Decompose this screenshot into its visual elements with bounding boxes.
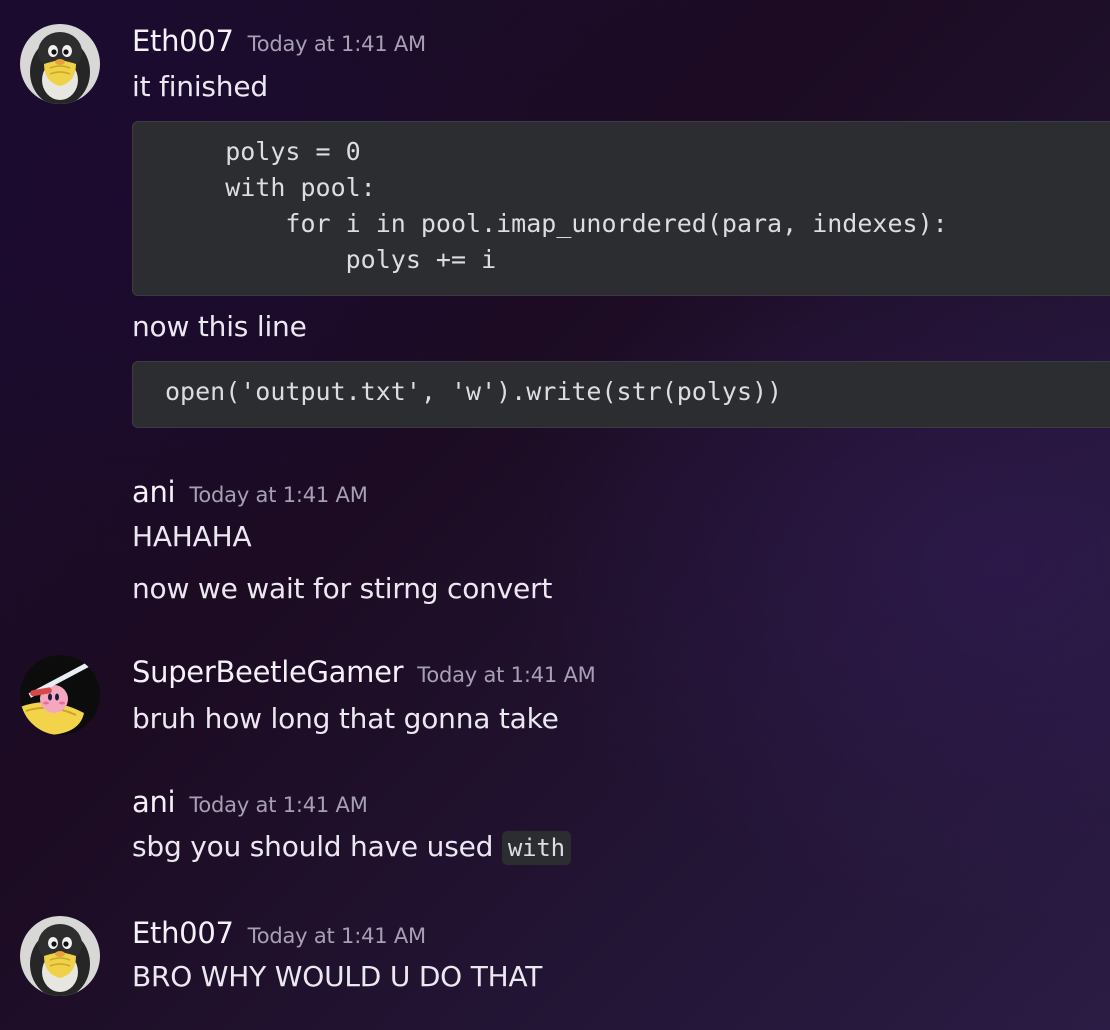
message-text: BRO WHY WOULD U DO THAT xyxy=(132,960,543,993)
message-header: ani Today at 1:41 AM xyxy=(132,785,368,819)
timestamp[interactable]: Today at 1:41 AM xyxy=(417,663,596,687)
penguin-avatar-icon[interactable] xyxy=(20,24,100,104)
message-header: Eth007 Today at 1:41 AM xyxy=(132,916,426,950)
message-group: Eth007 Today at 1:41 AM BRO WHY WOULD U … xyxy=(0,900,1110,1010)
code-line: polys += i xyxy=(165,245,497,274)
message-text-segment: sbg you should have used xyxy=(132,830,502,863)
username[interactable]: SuperBeetleGamer xyxy=(132,655,404,689)
message-text: bruh how long that gonna take xyxy=(132,702,559,735)
timestamp[interactable]: Today at 1:41 AM xyxy=(189,793,368,817)
username[interactable]: ani xyxy=(132,475,176,509)
message-text: it finished xyxy=(132,70,268,103)
timestamp[interactable]: Today at 1:41 AM xyxy=(248,924,427,948)
code-line: for i in pool.imap_unordered(para, index… xyxy=(165,209,948,238)
message-group: ani Today at 1:41 AM sbg you should have… xyxy=(0,780,1110,880)
message-text: HAHAHA xyxy=(132,520,252,553)
kirby-avatar-icon[interactable] xyxy=(20,655,100,735)
code-line: polys = 0 xyxy=(165,137,361,166)
message-header: Eth007 Today at 1:41 AM xyxy=(132,24,426,58)
message-text: now this line xyxy=(132,310,307,343)
username[interactable]: Eth007 xyxy=(132,916,234,950)
code-block: open('output.txt', 'w').write(str(polys)… xyxy=(132,361,1110,428)
inline-code: with xyxy=(501,831,571,865)
message-header: SuperBeetleGamer Today at 1:41 AM xyxy=(132,655,596,689)
timestamp[interactable]: Today at 1:41 AM xyxy=(248,32,427,56)
code-block: polys = 0 with pool: for i in pool.imap_… xyxy=(132,121,1110,296)
username[interactable]: ani xyxy=(132,785,176,819)
message-text: sbg you should have used with xyxy=(132,830,571,865)
message-text: now we wait for stirng convert xyxy=(132,572,553,605)
penguin-avatar-icon[interactable] xyxy=(20,916,100,996)
timestamp[interactable]: Today at 1:41 AM xyxy=(189,483,368,507)
code-line: open('output.txt', 'w').write(str(polys)… xyxy=(165,377,783,406)
code-line: with pool: xyxy=(165,173,376,202)
message-group: Eth007 Today at 1:41 AM it finished poly… xyxy=(0,0,1110,440)
username[interactable]: Eth007 xyxy=(132,24,234,58)
message-group: SuperBeetleGamer Today at 1:41 AM bruh h… xyxy=(0,640,1110,750)
message-header: ani Today at 1:41 AM xyxy=(132,475,368,509)
message-group: ani Today at 1:41 AM HAHAHA now we wait … xyxy=(0,470,1110,610)
